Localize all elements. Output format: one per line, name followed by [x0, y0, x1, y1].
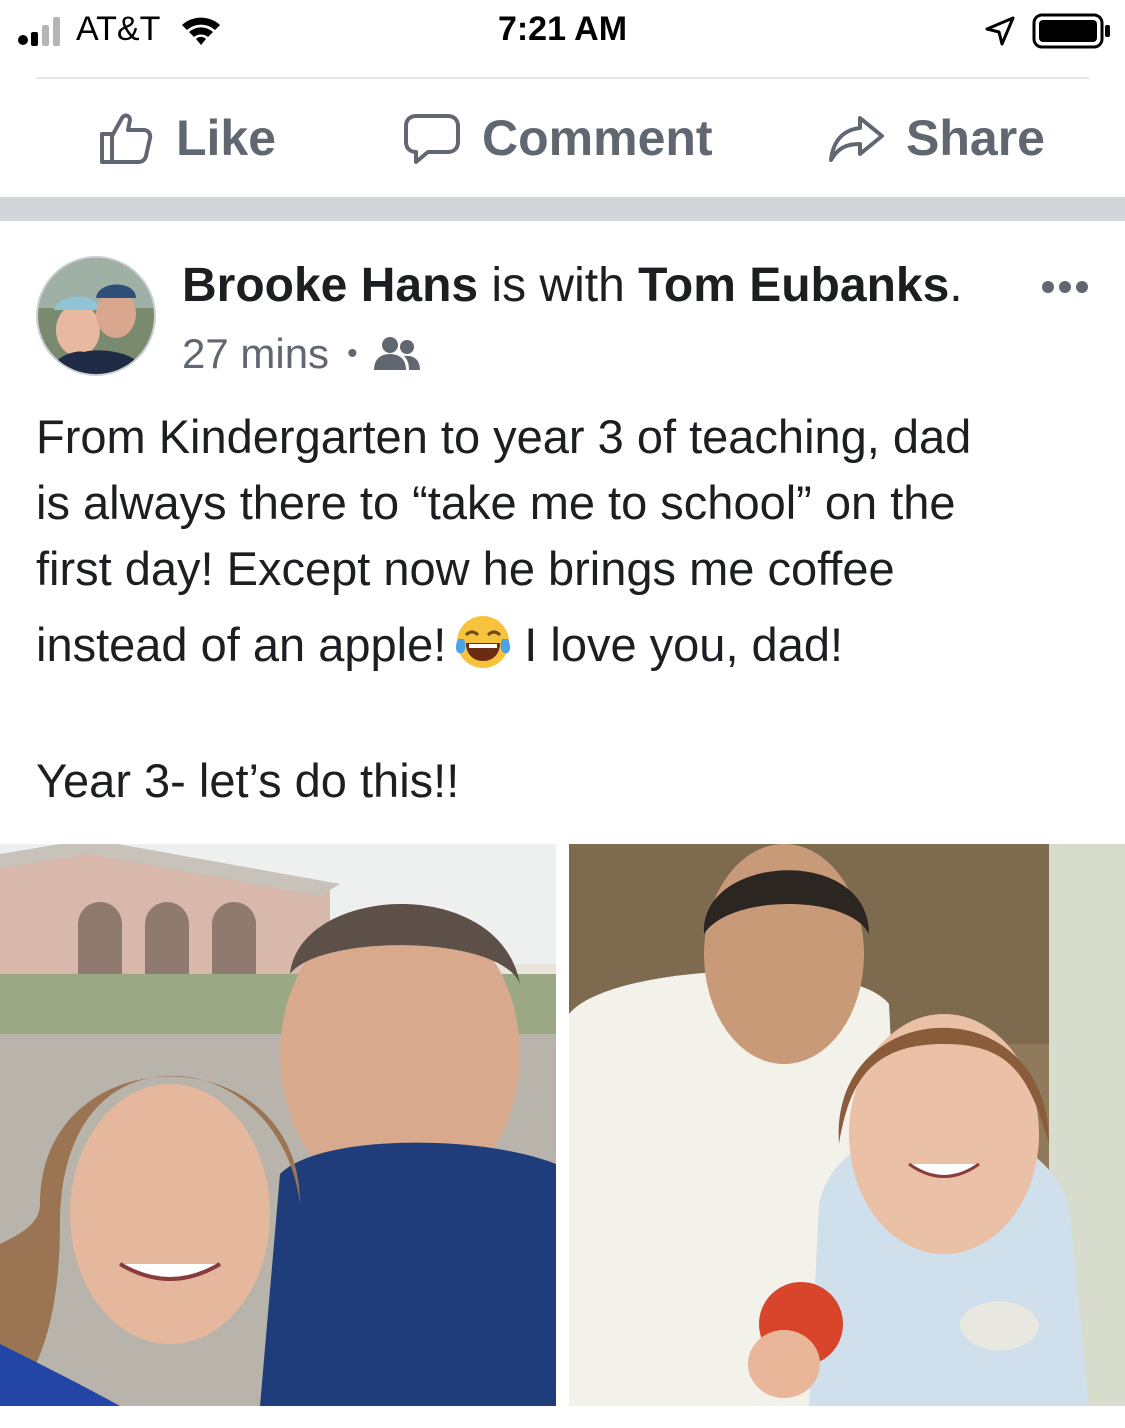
post-timestamp[interactable]: 27 mins — [182, 330, 329, 378]
post-meta: 27 mins • — [182, 330, 420, 378]
post-text-line: From Kindergarten to year 3 of teaching,… — [36, 410, 972, 463]
post-text-line: is always there to “take me to school” o… — [36, 476, 956, 529]
post-text-line: Year 3- let’s do this!! — [36, 754, 460, 807]
comment-label: Comment — [482, 110, 713, 166]
tagged-name[interactable]: Tom Eubanks — [638, 259, 949, 312]
post-text-line: first day! Except now he brings me coffe… — [36, 542, 895, 595]
tagged-suffix: . — [949, 259, 963, 312]
post-photo-selfie[interactable] — [0, 844, 556, 1406]
post-message: From Kindergarten to year 3 of teaching,… — [36, 404, 1096, 814]
thumbs-up-icon — [100, 113, 153, 164]
post-author-line: Brooke Hans is with Tom Eubanks. — [182, 258, 963, 313]
battery-icon — [1032, 13, 1110, 49]
feed-separator — [0, 197, 1125, 221]
location-arrow-icon — [985, 16, 1015, 46]
friends-icon[interactable] — [373, 336, 420, 372]
share-button[interactable]: Share — [828, 79, 1045, 197]
status-bar: AT&T 7:21 AM — [0, 0, 1125, 62]
status-time: 7:21 AM — [497, 10, 628, 48]
comment-icon — [404, 114, 460, 164]
like-button[interactable]: Like — [98, 79, 276, 197]
face-with-tears-of-joy-icon — [456, 616, 511, 668]
post-text-line: instead of an apple! I love you, dad! — [36, 612, 1096, 678]
comment-button[interactable]: Comment — [404, 79, 713, 197]
more-options-icon[interactable] — [1040, 276, 1090, 298]
like-label: Like — [176, 110, 277, 166]
post-text-segment: instead of an apple! — [36, 618, 447, 671]
post-text-segment: I love you, dad! — [524, 618, 844, 671]
share-label: Share — [906, 110, 1045, 166]
share-arrow-icon — [829, 116, 884, 162]
post-action-bar: Like Comment Share — [0, 79, 1125, 197]
paragraph-break — [36, 678, 1096, 748]
post-photo-kindergarten[interactable] — [569, 844, 1125, 1406]
avatar[interactable] — [36, 256, 156, 376]
meta-separator: • — [347, 337, 358, 370]
author-name[interactable]: Brooke Hans — [182, 259, 478, 312]
with-connector: is with — [478, 259, 639, 312]
